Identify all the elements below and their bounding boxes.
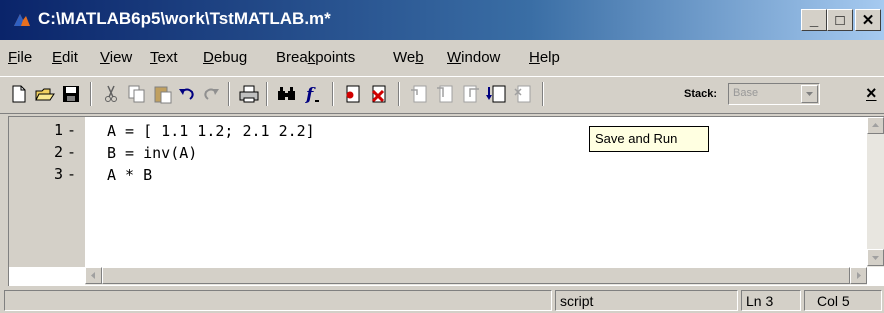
- code-line[interactable]: A * B: [107, 166, 152, 184]
- line-number: 1: [53, 121, 63, 139]
- horizontal-scrollbar[interactable]: [85, 267, 867, 285]
- copy-icon[interactable]: [126, 83, 148, 105]
- toolbar-separator: [228, 82, 230, 106]
- save-and-run-icon[interactable]: [486, 83, 508, 105]
- save-and-run-tooltip: Save and Run: [589, 126, 709, 152]
- code-line[interactable]: B = inv(A): [107, 144, 197, 162]
- find-icon[interactable]: [276, 83, 298, 105]
- menu-window[interactable]: Window: [447, 49, 500, 66]
- toolbar: f Stack: Base ×: [0, 76, 884, 114]
- status-bar: script Ln 3 Col 5: [0, 288, 884, 313]
- horizontal-scroll-thumb[interactable]: [102, 267, 850, 284]
- menu-breakpoints[interactable]: Breakpoints: [276, 49, 355, 66]
- breakpoint-marker[interactable]: -: [67, 143, 81, 161]
- scroll-left-button[interactable]: [85, 267, 102, 284]
- new-file-icon[interactable]: [8, 83, 30, 105]
- maximize-button[interactable]: □: [827, 9, 853, 31]
- print-icon[interactable]: [238, 83, 260, 105]
- undo-icon[interactable]: [176, 83, 198, 105]
- toolbar-separator: [332, 82, 334, 106]
- matlab-logo-icon: [14, 14, 30, 26]
- svg-text:f: f: [305, 85, 316, 105]
- clear-breakpoints-icon[interactable]: [368, 83, 390, 105]
- function-icon[interactable]: f: [302, 83, 324, 105]
- redo-icon[interactable]: [200, 83, 222, 105]
- paste-icon[interactable]: [152, 83, 174, 105]
- title-bar[interactable]: C:\MATLAB6p5\work\TstMATLAB.m* _ □ ✕: [0, 0, 884, 40]
- stack-label: Stack:: [684, 88, 718, 100]
- set-breakpoint-icon[interactable]: [342, 83, 364, 105]
- step-icon[interactable]: [408, 83, 430, 105]
- menu-view[interactable]: View: [100, 49, 132, 66]
- menu-help[interactable]: Help: [529, 49, 560, 66]
- chevron-down-icon[interactable]: [801, 85, 818, 103]
- close-editor-button[interactable]: ×: [866, 83, 877, 104]
- stack-select[interactable]: Base: [728, 83, 820, 105]
- exit-debug-icon[interactable]: [512, 83, 534, 105]
- menu-edit[interactable]: Edit: [52, 49, 78, 66]
- menu-debug[interactable]: Debug: [203, 49, 247, 66]
- window-title: C:\MATLAB6p5\work\TstMATLAB.m*: [38, 9, 331, 28]
- toolbar-separator: [90, 82, 92, 106]
- line-number: 3: [53, 165, 63, 183]
- line-number-gutter: 1 - 2 - 3 -: [9, 117, 85, 267]
- status-line: Ln 3: [741, 290, 801, 311]
- step-in-icon[interactable]: [434, 83, 456, 105]
- save-icon[interactable]: [60, 83, 82, 105]
- status-column: Col 5: [804, 290, 882, 311]
- menu-bar: File Edit View Text Debug Breakpoints We…: [0, 40, 884, 74]
- menu-web[interactable]: Web: [393, 49, 424, 66]
- close-button[interactable]: ✕: [855, 9, 881, 31]
- code-line[interactable]: A = [ 1.1 1.2; 2.1 2.2]: [107, 122, 315, 140]
- menu-text[interactable]: Text: [150, 49, 178, 66]
- line-number: 2: [53, 143, 63, 161]
- vertical-scrollbar[interactable]: [867, 117, 884, 267]
- breakpoint-marker[interactable]: -: [67, 165, 81, 183]
- toolbar-separator: [398, 82, 400, 106]
- status-mode: script: [555, 290, 738, 311]
- scroll-up-button[interactable]: [867, 117, 884, 134]
- toolbar-separator: [542, 82, 544, 106]
- step-out-icon[interactable]: [460, 83, 482, 105]
- scroll-right-button[interactable]: [850, 267, 867, 284]
- scroll-down-button[interactable]: [867, 249, 884, 266]
- cut-icon[interactable]: [100, 83, 122, 105]
- minimize-button[interactable]: _: [801, 9, 827, 31]
- breakpoint-marker[interactable]: -: [67, 121, 81, 139]
- toolbar-separator: [266, 82, 268, 106]
- open-folder-icon[interactable]: [34, 83, 56, 105]
- status-message: [4, 290, 552, 311]
- stack-select-value: Base: [733, 87, 759, 99]
- menu-file[interactable]: File: [8, 49, 32, 66]
- code-editor[interactable]: 1 - 2 - 3 - A = [ 1.1 1.2; 2.1 2.2] B = …: [8, 116, 884, 286]
